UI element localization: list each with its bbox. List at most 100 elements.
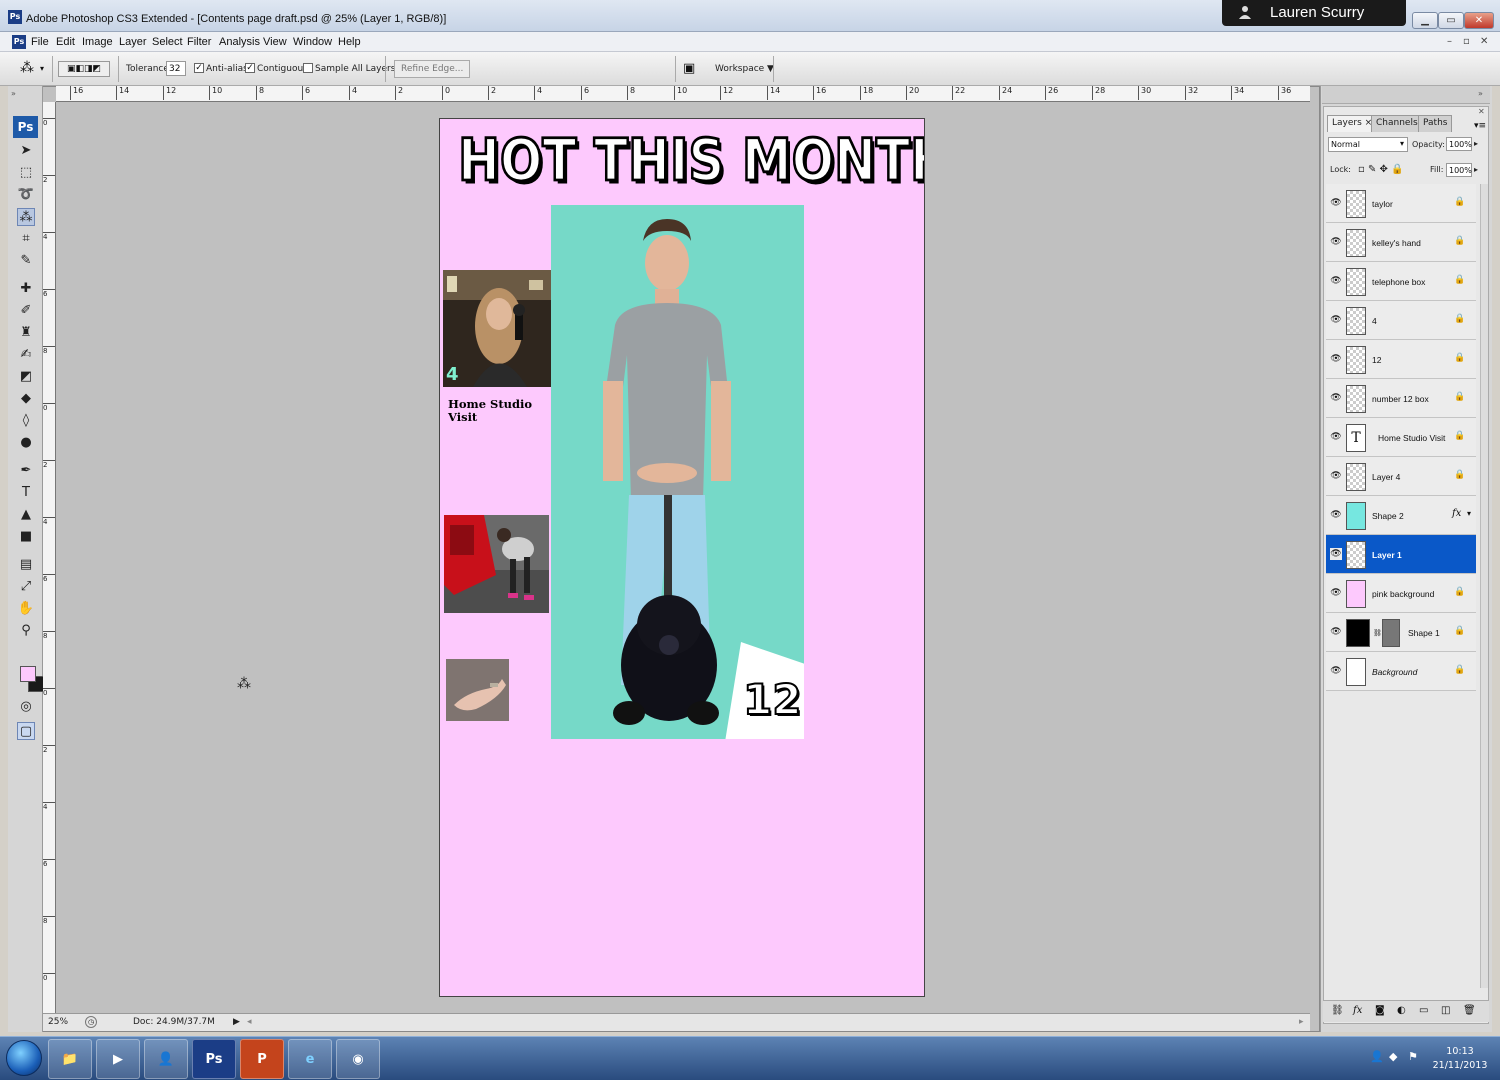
eye-icon[interactable]: 👁 xyxy=(1330,548,1342,560)
fill-slider-arrow-icon[interactable]: ▸ xyxy=(1474,165,1478,174)
menu-help[interactable]: Help xyxy=(338,36,361,48)
pen-tool-icon[interactable]: ✒ xyxy=(17,462,35,480)
scroll-left-icon[interactable]: ◂ xyxy=(247,1017,252,1027)
type-tool-icon[interactable]: T xyxy=(17,484,35,502)
layer-row[interactable]: 👁 taylor 🔒 xyxy=(1326,184,1476,223)
eye-icon[interactable]: 👁 xyxy=(1330,392,1342,404)
system-clock[interactable]: 10:13 21/11/2013 xyxy=(1428,1045,1492,1073)
link-layers-icon[interactable]: ⛓ xyxy=(1331,1005,1344,1016)
tolerance-input[interactable]: 32 xyxy=(166,61,186,76)
doc-minimize-icon[interactable]: – xyxy=(1447,36,1452,47)
scroll-right-icon[interactable]: ▸ xyxy=(1299,1017,1304,1027)
crop-tool-icon[interactable]: ⌗ xyxy=(17,230,35,248)
eye-icon[interactable]: 👁 xyxy=(1330,431,1342,443)
audio-taskbar-icon[interactable]: ◉ xyxy=(336,1039,380,1079)
eye-icon[interactable]: 👁 xyxy=(1330,236,1342,248)
collapse-icon[interactable]: » xyxy=(11,89,16,98)
workspace-icon[interactable]: ▣ xyxy=(683,61,695,76)
opacity-slider-arrow-icon[interactable]: ▸ xyxy=(1474,139,1478,148)
lasso-tool-icon[interactable]: ➰ xyxy=(17,186,35,204)
dodge-tool-icon[interactable]: ● xyxy=(17,434,35,452)
layer-row[interactable]: 👁 pink background 🔒 xyxy=(1326,574,1476,613)
eye-icon[interactable]: 👁 xyxy=(1330,626,1342,638)
move-tool-icon[interactable]: ➤ xyxy=(17,142,35,160)
status-menu-arrow-icon[interactable]: ▶ xyxy=(233,1017,240,1027)
quick-mask-icon[interactable]: ◎ xyxy=(17,698,35,716)
menu-layer[interactable]: Layer xyxy=(119,36,147,48)
sample-all-layers-checkbox[interactable] xyxy=(303,63,313,73)
layer-row[interactable]: 👁 Layer 1 xyxy=(1326,535,1476,574)
maximize-button[interactable]: ▭ xyxy=(1438,12,1464,29)
new-group-icon[interactable]: ▭ xyxy=(1419,1005,1428,1016)
folder-taskbar-icon[interactable]: 📁 xyxy=(48,1039,92,1079)
layer-row[interactable]: 👁 Background 🔒 xyxy=(1326,652,1476,691)
layer-row[interactable]: 👁 ⛓ Shape 1 🔒 xyxy=(1326,613,1476,652)
tray-flag-icon[interactable]: ⚑ xyxy=(1408,1050,1422,1064)
user-taskbar-icon[interactable]: 👤 xyxy=(144,1039,188,1079)
tray-network-icon[interactable]: ◆ xyxy=(1389,1050,1403,1064)
magic-wand-tool-icon[interactable]: ⁂ xyxy=(17,208,35,226)
slice-tool-icon[interactable]: ✎ xyxy=(17,252,35,270)
start-button[interactable] xyxy=(6,1040,42,1076)
healing-brush-tool-icon[interactable]: ✚ xyxy=(17,280,35,298)
close-button[interactable]: ✕ xyxy=(1464,12,1494,29)
eraser-tool-icon[interactable]: ◩ xyxy=(17,368,35,386)
document-canvas[interactable]: HOT THIS MONTH... 4 Home Studio Visit xyxy=(439,118,925,997)
layers-scrollbar[interactable] xyxy=(1480,184,1488,988)
zoom-tool-icon[interactable]: ⚲ xyxy=(17,622,35,640)
doc-restore-icon[interactable]: ▫ xyxy=(1463,36,1470,47)
path-selection-tool-icon[interactable]: ▲ xyxy=(17,506,35,524)
fill-input[interactable]: 100% xyxy=(1446,163,1472,177)
trash-icon[interactable]: 🗑 xyxy=(1463,1005,1476,1016)
clone-stamp-tool-icon[interactable]: ♜ xyxy=(17,324,35,342)
photoshop-taskbar-button[interactable]: Ps xyxy=(192,1039,236,1079)
add-style-icon[interactable]: fx xyxy=(1353,1005,1362,1016)
selection-mode-icons[interactable]: ▣◧◨◩ xyxy=(58,61,110,77)
eye-icon[interactable]: 👁 xyxy=(1330,470,1342,482)
eye-icon[interactable]: 👁 xyxy=(1330,665,1342,677)
doc-close-icon[interactable]: ✕ xyxy=(1480,36,1488,47)
layer-row[interactable]: 👁 Shape 2 fx ▾ xyxy=(1326,496,1476,535)
lock-options-icons[interactable]: ▫ ✎ ✥ 🔒 xyxy=(1358,164,1404,175)
menu-analysis[interactable]: Analysis xyxy=(219,36,260,48)
expand-dock-icon[interactable]: » xyxy=(1478,89,1483,98)
menu-edit[interactable]: Edit xyxy=(56,36,75,48)
media-player-taskbar-icon[interactable]: ▶ xyxy=(96,1039,140,1079)
contiguous-checkbox[interactable]: ✓ xyxy=(245,63,255,73)
eye-icon[interactable]: 👁 xyxy=(1330,509,1342,521)
internet-explorer-taskbar-icon[interactable]: e xyxy=(288,1039,332,1079)
layer-row[interactable]: 👁 kelley's hand 🔒 xyxy=(1326,223,1476,262)
menu-file[interactable]: File xyxy=(31,36,49,48)
paint-bucket-tool-icon[interactable]: ◆ xyxy=(17,390,35,408)
add-mask-icon[interactable]: ◙ xyxy=(1375,1005,1385,1016)
tab-layers[interactable]: Layers × xyxy=(1327,115,1378,132)
status-info-icon[interactable]: ◷ xyxy=(85,1016,97,1028)
menu-window[interactable]: Window xyxy=(293,36,332,48)
fx-icon[interactable]: fx xyxy=(1452,508,1461,519)
layer-row[interactable]: 👁 T Home Studio Visit 🔒 xyxy=(1326,418,1476,457)
workspace-menu[interactable]: Workspace ▼ xyxy=(715,64,774,74)
document-ps-icon[interactable]: Ps xyxy=(12,35,26,49)
menu-view[interactable]: View xyxy=(263,36,287,48)
zoom-level[interactable]: 25% xyxy=(48,1017,68,1027)
hand-tool-icon[interactable]: ✋ xyxy=(17,600,35,618)
eye-icon[interactable]: 👁 xyxy=(1330,353,1342,365)
layer-row[interactable]: 👁 Layer 4 🔒 xyxy=(1326,457,1476,496)
blur-tool-icon[interactable]: ◊ xyxy=(17,412,35,430)
eye-icon[interactable]: 👁 xyxy=(1330,587,1342,599)
blend-mode-select[interactable]: Normal ▾ xyxy=(1328,137,1408,152)
minimize-button[interactable]: ▁ xyxy=(1412,12,1438,29)
foreground-color-swatch[interactable] xyxy=(20,666,36,682)
brush-tool-icon[interactable]: ✐ xyxy=(17,302,35,320)
history-brush-tool-icon[interactable]: ✍ xyxy=(17,346,35,364)
panel-menu-icon[interactable]: ▾≡ xyxy=(1474,121,1486,131)
shape-tool-icon[interactable]: ■ xyxy=(17,528,35,546)
panel-close-icon[interactable]: ✕ xyxy=(1478,107,1485,116)
screen-mode-icon[interactable]: ▢ xyxy=(17,722,35,740)
menu-filter[interactable]: Filter xyxy=(187,36,211,48)
layer-row[interactable]: 👁 number 12 box 🔒 xyxy=(1326,379,1476,418)
opacity-input[interactable]: 100% xyxy=(1446,137,1472,151)
eye-icon[interactable]: 👁 xyxy=(1330,314,1342,326)
layer-row[interactable]: 👁 12 🔒 xyxy=(1326,340,1476,379)
tab-paths[interactable]: Paths xyxy=(1418,115,1453,132)
